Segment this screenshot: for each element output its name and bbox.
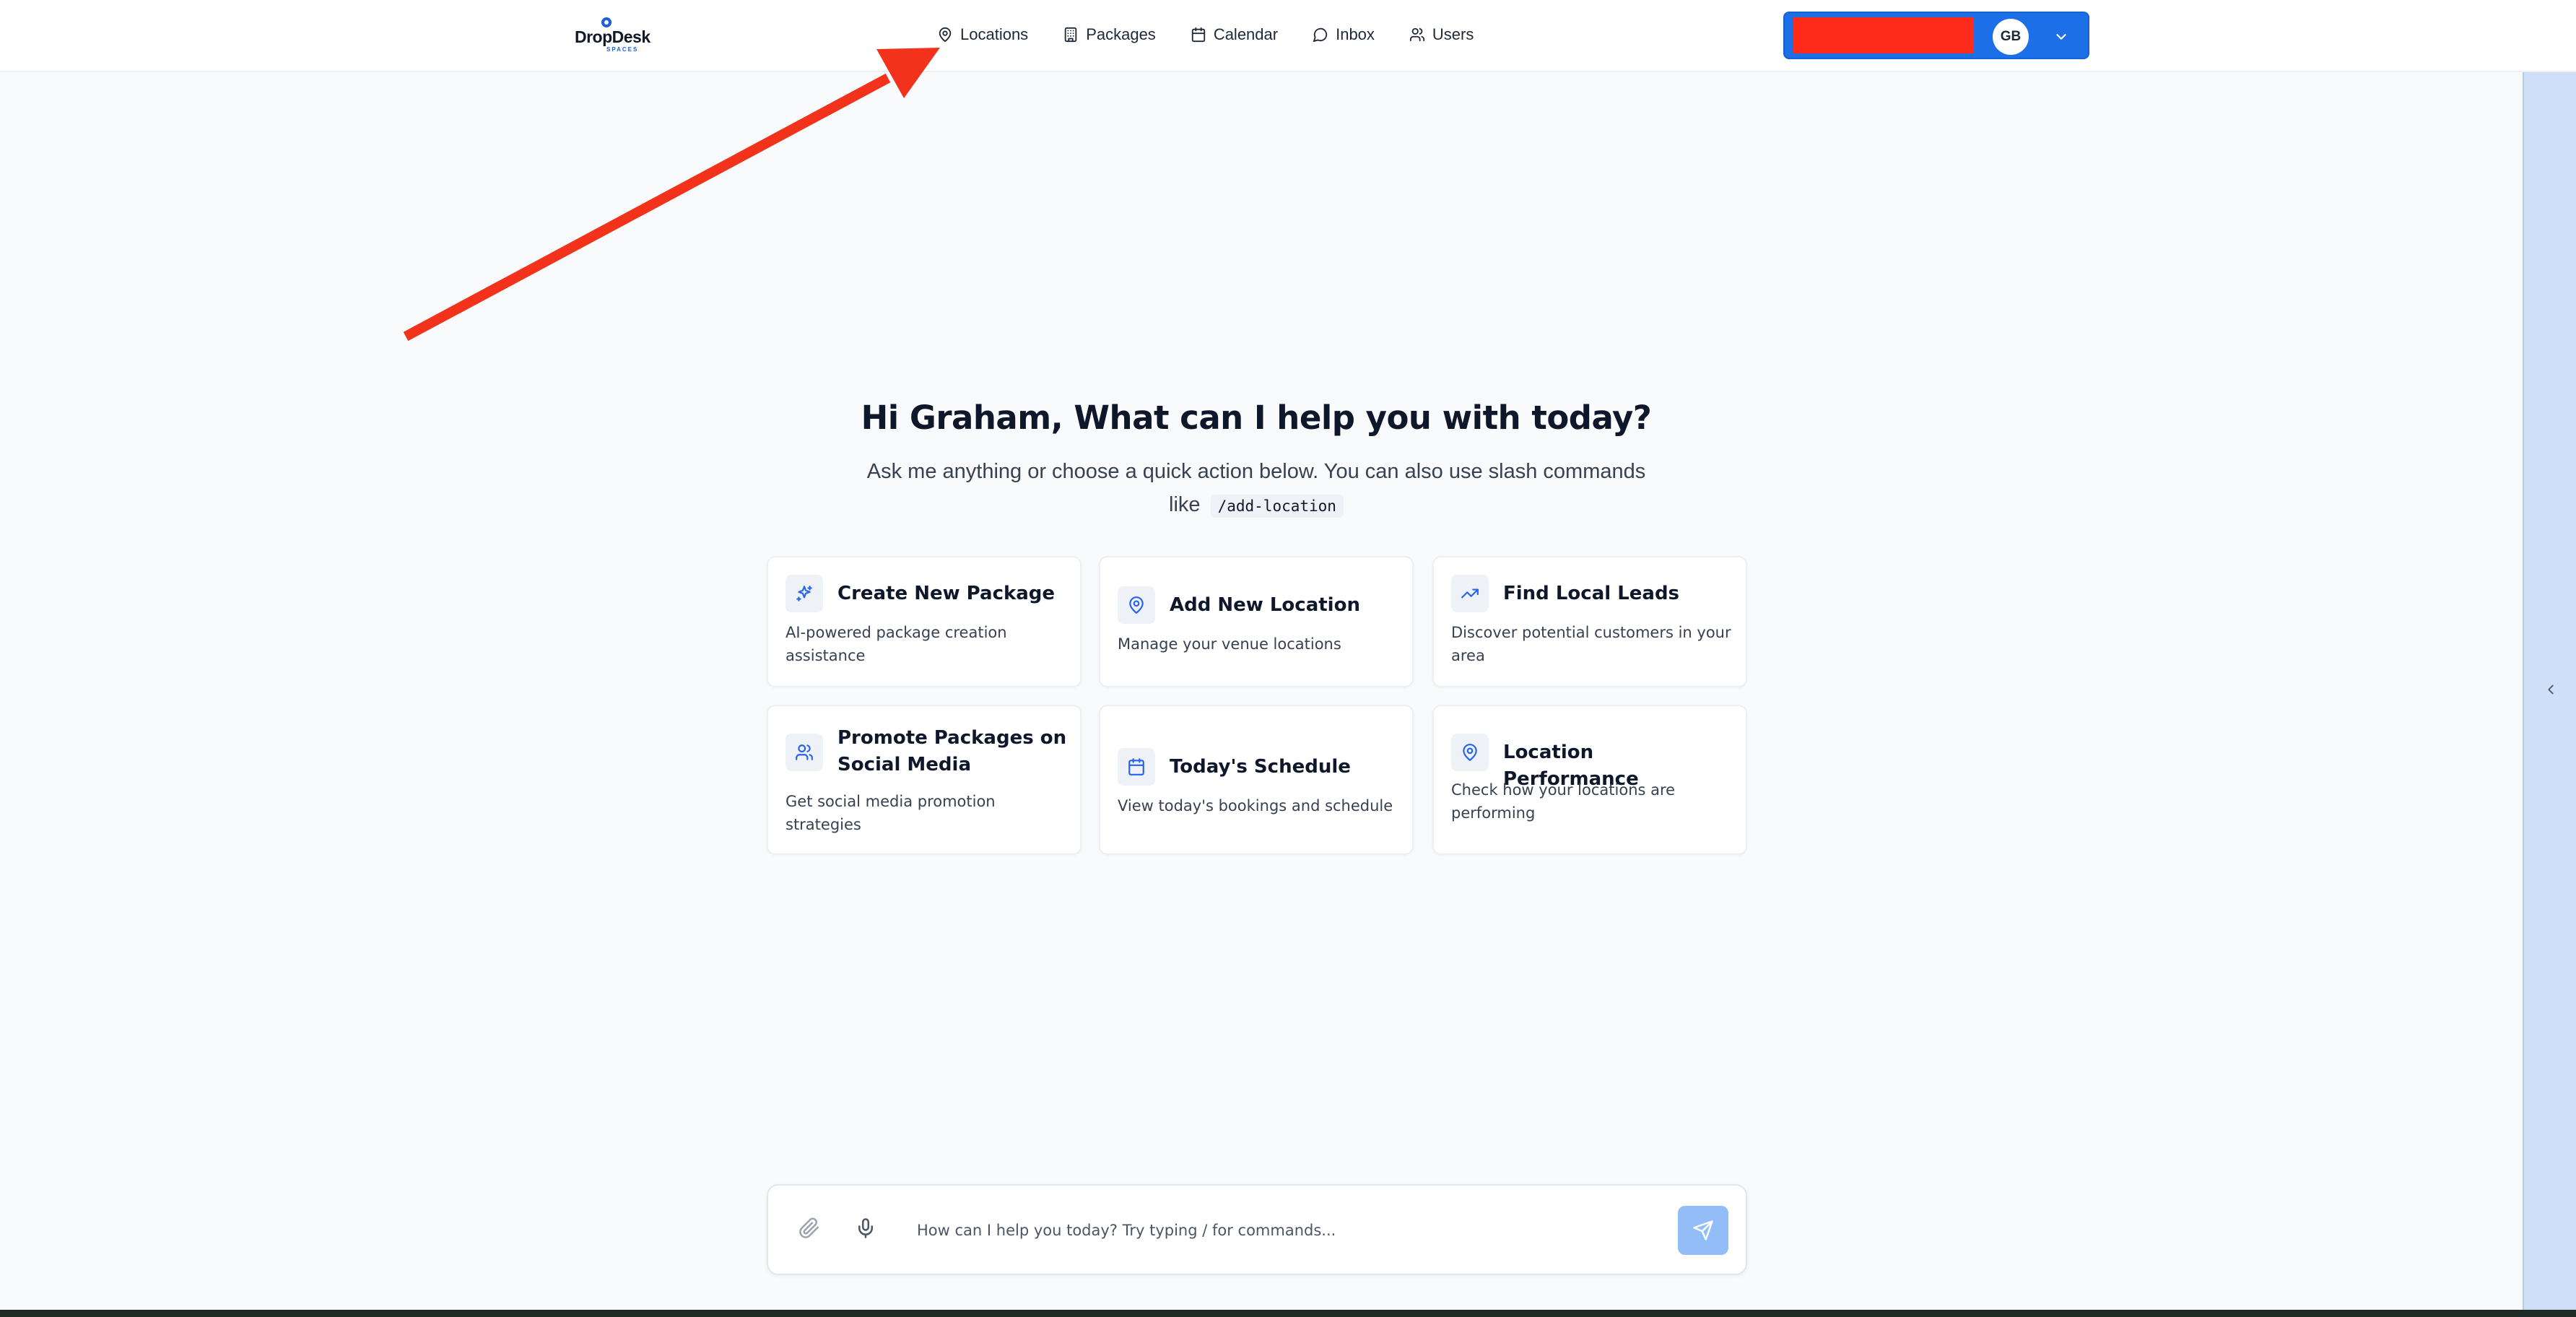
dropdesk-logo[interactable]: DropDesk SPACES	[575, 17, 650, 55]
card-title: Find Local Leads	[1503, 583, 1680, 604]
building-icon	[1064, 27, 1077, 43]
nav-item-packages[interactable]: Packages	[1063, 22, 1156, 48]
send-button[interactable]	[1678, 1206, 1728, 1255]
main-nav: Locations Packages Calendar Inbox Users	[937, 22, 1508, 48]
card-title: Today's Schedule	[1170, 756, 1351, 778]
nav-item-label: Locations	[960, 25, 1029, 43]
card-create-new-package[interactable]: Create New Package AI-powered package cr…	[767, 556, 1082, 687]
card-description: AI-powered package creation assistance	[786, 624, 1007, 664]
page-subtitle: Ask me anything or choose a quick action…	[852, 455, 1661, 523]
microphone-icon[interactable]	[855, 1217, 876, 1239]
avatar: GB	[1993, 19, 2029, 55]
logo-pin-icon	[601, 17, 612, 27]
nav-item-users[interactable]: Users	[1409, 22, 1474, 48]
send-icon	[1693, 1220, 1713, 1240]
card-location-performance[interactable]: Location Performance Check how your loca…	[1432, 705, 1747, 855]
card-add-new-location[interactable]: Add New Location Manage your venue locat…	[1099, 556, 1414, 687]
chat-input[interactable]	[915, 1212, 1684, 1249]
card-promote-packages[interactable]: Promote Packages on Social Media Get soc…	[767, 705, 1082, 855]
users-icon	[1409, 27, 1425, 42]
nav-item-label: Calendar	[1213, 25, 1279, 43]
trending-up-icon	[1451, 575, 1489, 612]
redacted-account-name	[1793, 17, 1974, 53]
nav-item-locations[interactable]: Locations	[937, 22, 1028, 48]
map-pin-icon	[939, 27, 952, 43]
chevron-left-icon	[2548, 684, 2554, 695]
users-icon	[786, 734, 823, 771]
map-pin-icon	[1118, 586, 1155, 624]
map-pin-icon	[1451, 734, 1489, 771]
card-todays-schedule[interactable]: Today's Schedule View today's bookings a…	[1099, 705, 1414, 855]
slash-command-example: /add-location	[1210, 495, 1344, 518]
nav-item-label: Inbox	[1336, 25, 1375, 43]
card-title: Promote Packages on Social Media	[837, 727, 1067, 775]
nav-item-label: Users	[1432, 25, 1474, 43]
app-window: DropDesk SPACES Locations Packages Calen…	[0, 0, 2576, 1310]
top-navbar: DropDesk SPACES Locations Packages Calen…	[0, 0, 2576, 72]
message-circle-icon	[1313, 27, 1328, 43]
account-menu-button[interactable]: GB	[1783, 12, 2089, 59]
chat-composer	[767, 1184, 1747, 1275]
card-description: View today's bookings and schedule	[1118, 797, 1393, 814]
logo-text: DropDesk	[575, 27, 650, 46]
card-title: Create New Package	[837, 583, 1056, 604]
nav-item-label: Packages	[1086, 25, 1156, 43]
card-title: Add New Location	[1170, 594, 1360, 616]
nav-item-calendar[interactable]: Calendar	[1191, 22, 1278, 48]
calendar-icon	[1191, 27, 1205, 43]
card-description: Check how your locations are performing	[1451, 781, 1676, 822]
logo-subtext: SPACES	[606, 46, 639, 53]
paperclip-icon[interactable]	[799, 1217, 820, 1239]
sparkles-icon	[786, 575, 823, 612]
page-title: Hi Graham, What can I help you with toda…	[861, 399, 1652, 437]
calendar-icon	[1118, 748, 1155, 786]
chevron-down-icon	[2056, 34, 2066, 40]
card-description: Manage your venue locations	[1118, 635, 1341, 653]
card-description: Discover potential customers in your are…	[1451, 624, 1731, 664]
card-find-local-leads[interactable]: Find Local Leads Discover potential cust…	[1432, 556, 1747, 687]
side-panel-toggle[interactable]	[2523, 72, 2576, 1310]
card-description: Get social media promotion strategies	[786, 793, 996, 833]
nav-item-inbox[interactable]: Inbox	[1313, 22, 1375, 48]
